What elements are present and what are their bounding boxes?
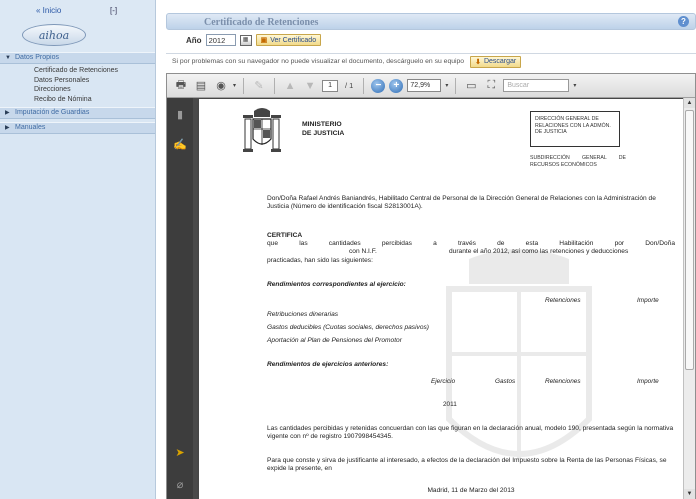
col-retenciones: Retenciones: [545, 297, 581, 304]
subdirectorate-line: RECURSOS ECONÓMICOS: [530, 161, 597, 168]
page-total: / 1: [345, 81, 354, 90]
next-page-icon[interactable]: ▼: [302, 78, 318, 94]
scroll-down-icon[interactable]: ▼: [684, 489, 695, 499]
aihoa-logo[interactable]: aihoa: [22, 24, 86, 46]
zoom-level-input[interactable]: 72,9%: [407, 79, 442, 92]
help-icon[interactable]: ?: [678, 16, 689, 27]
previous-page-icon[interactable]: ▲: [282, 78, 298, 94]
menu-item-certificado[interactable]: Certificado de Retenciones: [0, 66, 155, 76]
comment-icon[interactable]: ✎: [251, 78, 267, 94]
pdf-page: MINISTERIO DE JUSTICIA DIRECCIÓN GENERAL…: [199, 99, 683, 499]
certificate-document: MINISTERIO DE JUSTICIA DIRECCIÓN GENERAL…: [199, 99, 683, 499]
section-2-title: Rendimientos de ejercicios anteriores:: [267, 361, 389, 368]
collapse-sidebar-button[interactable]: [-]: [110, 6, 117, 15]
zoom-out-icon[interactable]: −: [371, 78, 386, 93]
attachment-icon[interactable]: ⌀: [173, 478, 187, 492]
fit-page-icon[interactable]: ⛶: [483, 78, 499, 94]
coat-of-arms-icon: [243, 108, 281, 152]
scroll-up-icon[interactable]: ▲: [684, 98, 695, 108]
view-certificate-label: Ver Certificado: [270, 36, 317, 44]
menu-item-recibo-nomina[interactable]: Recibo de Nómina: [0, 95, 155, 105]
pdf-viewer: 🖶 ▤ ◉ ▾ ✎ ▲ ▼ 1 / 1 − + 72,9% ▾ ▭ ⛶ Buscar…: [166, 73, 696, 499]
pdf-page-area[interactable]: MINISTERIO DE JUSTICIA DIRECCIÓN GENERAL…: [193, 98, 683, 499]
menu-section-datos-propios[interactable]: ▼ Datos Propios: [0, 52, 155, 64]
expanded-triangle-icon: ▼: [5, 55, 11, 61]
sidebar-header: « Inicio [-] aihoa: [0, 0, 155, 52]
share-icon[interactable]: ◉: [213, 78, 229, 94]
section-1-title: Rendimientos correspondientes al ejercic…: [267, 281, 406, 288]
col-importe-2: Importe: [637, 378, 659, 385]
download-note-text: Si por problemas con su navegador no pue…: [172, 58, 465, 65]
intro-paragraph: Don/Doña Rafael Andrés Baniandrés, Habil…: [267, 195, 656, 211]
subdirectorate-line: SUBDIRECCIÓN GENERAL DE: [530, 155, 626, 161]
page-title-bar: Certificado de Retenciones ?: [166, 13, 696, 30]
row-plan-pensiones: Aportación al Plan de Pensiones del Prom…: [267, 337, 402, 344]
subdirectorate-text: SUBDIRECCIÓN GENERAL DE RECURSOS ECONÓMI…: [530, 155, 626, 168]
col-importe: Importe: [637, 297, 659, 304]
cert-line-3: practicadas, han sido las siguientes:: [267, 257, 373, 264]
ministry-line-2: DE JUSTICIA: [302, 130, 345, 137]
row-gastos-deducibles: Gastos deducibles (Cuotas sociales, dere…: [267, 324, 429, 331]
view-certificate-button[interactable]: ▣ Ver Certificado: [255, 34, 322, 46]
year-selector-row: Año ▦ ▣ Ver Certificado: [178, 33, 322, 47]
save-icon[interactable]: ▤: [193, 78, 209, 94]
scroll-thumb[interactable]: [685, 110, 694, 370]
sidebar: « Inicio [-] aihoa ▼ Datos Propios Certi…: [0, 0, 156, 499]
chevron-down-icon[interactable]: ▾: [233, 82, 236, 89]
menu-item-direcciones[interactable]: Direcciones: [0, 85, 155, 95]
signatures-panel-icon[interactable]: ✍: [173, 138, 187, 152]
pdf-vertical-scrollbar[interactable]: ▲ ▼: [683, 98, 695, 499]
pdf-navigation-rail: ▮ ✍ ➤ ⌀: [167, 98, 193, 499]
cert-line-2-rest: durante el año 2012, así como las retenc…: [449, 248, 629, 255]
col-retenciones-2: Retenciones: [545, 378, 581, 385]
year-2011-row: 2011: [443, 401, 457, 408]
menu-section-imputacion-guardias[interactable]: ▶ Imputación de Guardias: [0, 107, 155, 119]
fit-width-icon[interactable]: ▭: [463, 78, 479, 94]
pdf-search-input[interactable]: Buscar: [503, 79, 570, 92]
chevron-down-icon[interactable]: ▾: [573, 82, 576, 89]
print-icon[interactable]: 🖶: [173, 78, 189, 94]
document-icon: ▣: [260, 37, 268, 44]
download-button[interactable]: ⬇ Descargar: [470, 55, 522, 68]
chevron-down-icon[interactable]: ▾: [445, 82, 448, 89]
download-arrow-icon: ⬇: [475, 58, 481, 66]
page-number-input[interactable]: 1: [322, 79, 339, 92]
page-title: Certificado de Retenciones: [204, 17, 319, 28]
home-link[interactable]: « Inicio: [36, 6, 61, 15]
row-retribuciones: Retribuciones dinerarias: [267, 311, 339, 318]
col-gastos: Gastos: [495, 378, 516, 385]
collapsed-triangle-icon: ▶: [5, 110, 10, 116]
pages-panel-icon[interactable]: ▮: [173, 108, 187, 122]
directorate-line: DE JUSTICIA: [535, 129, 567, 136]
submenu-datos-propios: Certificado de Retenciones Datos Persona…: [0, 64, 155, 107]
zoom-in-icon[interactable]: +: [389, 78, 404, 93]
menu-item-datos-personales[interactable]: Datos Personales: [0, 76, 155, 86]
download-note-row: Si por problemas con su navegador no pue…: [166, 53, 696, 69]
app-root: « Inicio [-] aihoa ▼ Datos Propios Certi…: [0, 0, 696, 499]
year-label: Año: [186, 35, 202, 45]
ministry-heading: MINISTERIO DE JUSTICIA: [302, 120, 344, 138]
closing-paragraph-1: Las cantidades percibidas y retenidas co…: [267, 425, 674, 441]
logo-text: aihoa: [38, 28, 70, 42]
col-ejercicio: Ejercicio: [431, 378, 456, 385]
issue-date: Madrid, 11 de Marzo del 2013: [427, 487, 515, 494]
ministry-line-1: MINISTERIO: [302, 121, 342, 128]
menu-section-manuales[interactable]: ▶ Manuales: [0, 122, 155, 134]
year-input[interactable]: [205, 34, 236, 46]
closing-paragraph-2: Para que conste y sirva de justificante …: [267, 457, 667, 473]
menu-section-label: Datos Propios: [15, 54, 59, 61]
directorate-line: RELACIONES CON LA ADMÓN.: [535, 122, 611, 129]
calendar-icon[interactable]: ▦: [239, 34, 252, 46]
download-label: Descargar: [483, 58, 517, 65]
collapsed-triangle-icon: ▶: [5, 125, 10, 131]
directorate-box: DIRECCIÓN GENERAL DE RELACIONES CON LA A…: [530, 111, 620, 147]
bookmark-icon[interactable]: ➤: [173, 446, 187, 460]
menu-section-label: Imputación de Guardias: [15, 109, 90, 116]
directorate-line: DIRECCIÓN GENERAL DE: [535, 116, 599, 122]
nif-label: con N.I.F.: [349, 248, 377, 255]
pdf-toolbar: 🖶 ▤ ◉ ▾ ✎ ▲ ▼ 1 / 1 − + 72,9% ▾ ▭ ⛶ Buscar…: [167, 74, 695, 98]
main-content: Certificado de Retenciones ? Año ▦ ▣ Ver…: [158, 0, 696, 499]
menu-section-label: Manuales: [15, 124, 46, 131]
